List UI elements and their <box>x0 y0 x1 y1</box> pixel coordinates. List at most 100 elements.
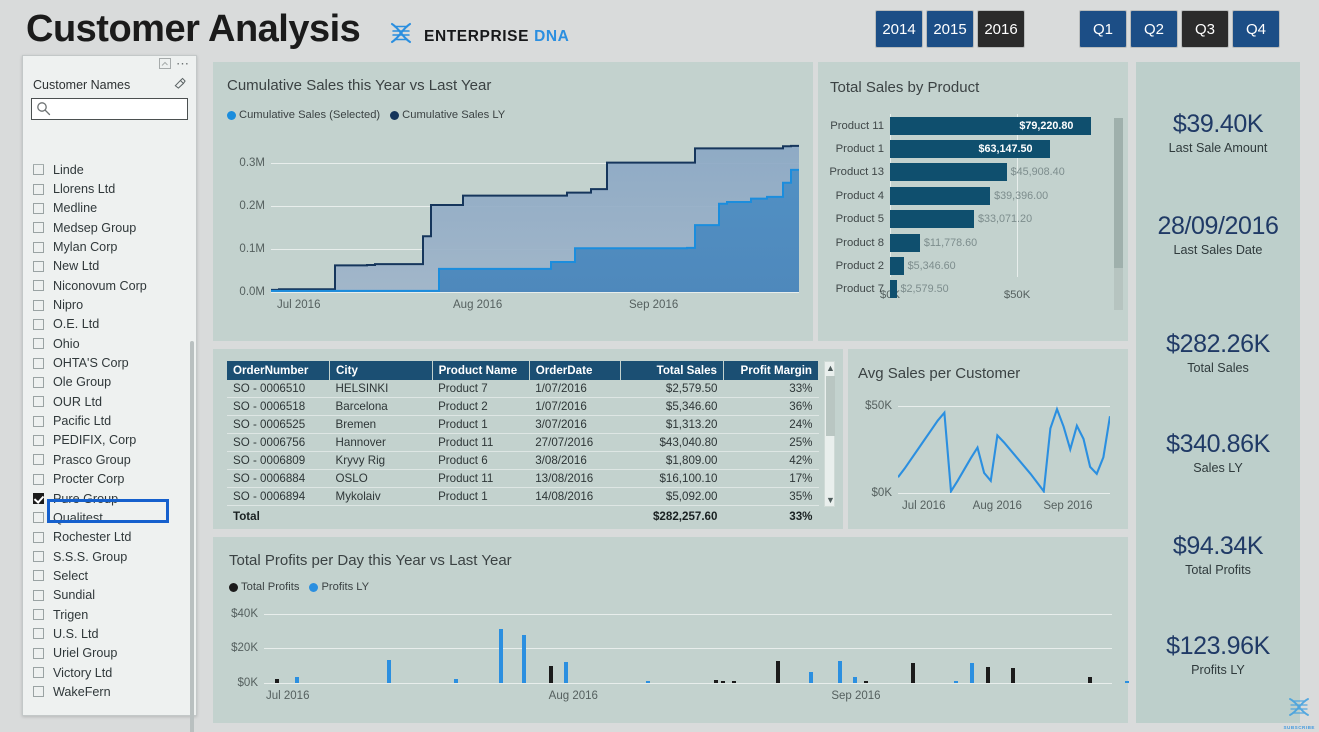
more-options-icon[interactable]: ⋯ <box>176 57 190 70</box>
customer-list-item[interactable]: Pure Group <box>31 489 190 508</box>
profit-bar[interactable] <box>564 662 568 683</box>
checkbox[interactable] <box>33 299 44 311</box>
profit-bar[interactable] <box>714 679 718 683</box>
profit-bar[interactable] <box>387 660 391 683</box>
checkbox[interactable] <box>33 609 44 621</box>
table-row[interactable]: SO - 0006525 Bremen Product 1 3/07/2016 $1,3… <box>227 415 819 434</box>
customer-list-item[interactable]: O.E. Ltd <box>31 315 190 334</box>
eraser-icon[interactable] <box>173 76 186 94</box>
checkbox[interactable] <box>33 531 44 543</box>
product-bar[interactable] <box>890 210 975 229</box>
profit-bar[interactable] <box>549 665 553 683</box>
table-row[interactable]: SO - 0006884 OSLO Product 11 13/08/2016 $16,… <box>227 469 819 488</box>
product-bar[interactable] <box>890 163 1007 182</box>
checkbox[interactable] <box>33 415 44 427</box>
checkbox[interactable] <box>33 222 44 234</box>
product-bar-row[interactable]: Product 5 $33,071.20 <box>828 208 1118 231</box>
table-row[interactable]: SO - 0006756 Hannover Product 11 27/07/2016… <box>227 433 819 452</box>
table-column-header[interactable]: Total Sales <box>620 361 724 380</box>
checkbox[interactable] <box>33 318 44 330</box>
customer-list-item[interactable]: Nipro <box>31 295 190 314</box>
customer-list-item[interactable]: Qualitest <box>31 508 190 527</box>
profit-bar[interactable] <box>522 635 526 683</box>
checkbox[interactable] <box>33 454 44 466</box>
profit-bar[interactable] <box>970 663 974 683</box>
product-bar-row[interactable]: Product 4 $39,396.00 <box>828 184 1118 207</box>
slicer-toolbar[interactable]: ⋯ <box>159 57 190 70</box>
table-column-header[interactable]: Product Name <box>432 361 530 380</box>
profit-bar[interactable] <box>954 681 958 683</box>
customer-list-item[interactable]: Procter Corp <box>31 470 190 489</box>
profit-bar[interactable] <box>454 678 458 683</box>
customer-list-item[interactable]: PEDIFIX, Corp <box>31 431 190 450</box>
customer-list-item[interactable]: Llorens Ltd <box>31 179 190 198</box>
customer-list-item[interactable]: WakeFern <box>31 682 190 701</box>
checkbox[interactable] <box>33 183 44 195</box>
checkbox[interactable] <box>33 493 44 505</box>
table-column-header[interactable]: OrderNumber <box>227 361 331 380</box>
profit-bar[interactable] <box>275 678 279 683</box>
customer-list-item[interactable]: New Ltd <box>31 257 190 276</box>
customer-list-item[interactable]: Select <box>31 566 190 585</box>
customer-list[interactable]: Linde Llorens Ltd Medline Medsep Group Mylan… <box>31 160 190 701</box>
customer-list-item[interactable]: Medline <box>31 199 190 218</box>
checkbox[interactable] <box>33 241 44 253</box>
checkbox[interactable] <box>33 357 44 369</box>
table-row[interactable]: SO - 0006894 Mykolaiv Product 1 14/08/2016 $… <box>227 487 819 506</box>
year-button-2014[interactable]: 2014 <box>875 10 923 48</box>
customer-list-item[interactable]: Niconovum Corp <box>31 276 190 295</box>
checkbox[interactable] <box>33 628 44 640</box>
product-bar[interactable] <box>890 233 920 252</box>
profit-bar[interactable] <box>853 677 857 683</box>
profit-bar[interactable] <box>1088 677 1092 683</box>
checkbox[interactable] <box>33 434 44 446</box>
scroll-down-icon[interactable]: ▼ <box>825 495 836 505</box>
checkbox[interactable] <box>33 589 44 601</box>
year-button-2016[interactable]: 2016 <box>977 10 1025 48</box>
customer-list-item[interactable]: OUR Ltd <box>31 392 190 411</box>
product-chart-scrollbar[interactable] <box>1114 118 1123 310</box>
table-row[interactable]: SO - 0006510 HELSINKI Product 7 1/07/2016 $2… <box>227 380 819 398</box>
customer-list-item[interactable]: Ole Group <box>31 373 190 392</box>
profit-bar[interactable] <box>1011 667 1015 683</box>
checkbox[interactable] <box>33 338 44 350</box>
product-bar[interactable] <box>890 186 991 205</box>
slicer-search[interactable] <box>31 98 188 120</box>
year-filter-buttons[interactable]: 2014 2015 2016 <box>875 10 1025 48</box>
customer-list-item[interactable]: Mylan Corp <box>31 237 190 256</box>
product-bar-row[interactable]: Product 2 $5,346.60 <box>828 254 1118 277</box>
table-scrollbar[interactable]: ▲ ▼ <box>824 361 835 507</box>
profit-bar[interactable] <box>721 680 725 683</box>
orders-table[interactable]: OrderNumber City Product Name OrderDate Tota… <box>227 361 820 525</box>
profit-bar[interactable] <box>864 681 868 683</box>
product-bar-row[interactable]: Product 8 $11,778.60 <box>828 231 1118 254</box>
customer-list-item[interactable]: S.S.S. Group <box>31 547 190 566</box>
table-column-header[interactable]: OrderDate <box>529 361 622 380</box>
quarter-button-q4[interactable]: Q4 <box>1232 10 1280 48</box>
product-bar[interactable] <box>890 257 904 276</box>
customer-list-item[interactable]: OHTA'S Corp <box>31 353 190 372</box>
table-row[interactable]: SO - 0006809 Kryvy Rig Product 6 3/08/2016 $… <box>227 451 819 470</box>
product-bar[interactable] <box>890 280 897 299</box>
customer-list-item[interactable]: Ohio <box>31 334 190 353</box>
customer-names-slicer[interactable]: ⋯ Customer Names Linde Llorens Ltd Medline… <box>22 55 197 732</box>
checkbox[interactable] <box>33 686 44 698</box>
scroll-up-icon[interactable]: ▲ <box>825 363 836 373</box>
profit-bar[interactable] <box>776 661 780 683</box>
slicer-scrollbar[interactable] <box>190 341 194 732</box>
table-header-row[interactable]: OrderNumber City Product Name OrderDate Tota… <box>227 361 820 380</box>
table-body[interactable]: SO - 0006510 HELSINKI Product 7 1/07/2016 $2… <box>227 380 819 525</box>
customer-list-item[interactable]: Medsep Group <box>31 218 190 237</box>
checkbox[interactable] <box>33 202 44 214</box>
table-scrollbar-thumb[interactable] <box>826 376 835 436</box>
checkbox[interactable] <box>33 667 44 679</box>
product-bar-row[interactable]: Product 13 $45,908.40 <box>828 161 1118 184</box>
quarter-button-q3[interactable]: Q3 <box>1181 10 1229 48</box>
scrollbar-thumb[interactable] <box>1114 118 1123 268</box>
table-row[interactable]: SO - 0006518 Barcelona Product 2 1/07/2016 $… <box>227 397 819 416</box>
table-column-header[interactable]: Profit Margin <box>723 361 820 380</box>
customer-list-item[interactable]: Sundial <box>31 586 190 605</box>
profit-bar[interactable] <box>499 629 503 683</box>
checkbox[interactable] <box>33 260 44 272</box>
checkbox[interactable] <box>33 280 44 292</box>
